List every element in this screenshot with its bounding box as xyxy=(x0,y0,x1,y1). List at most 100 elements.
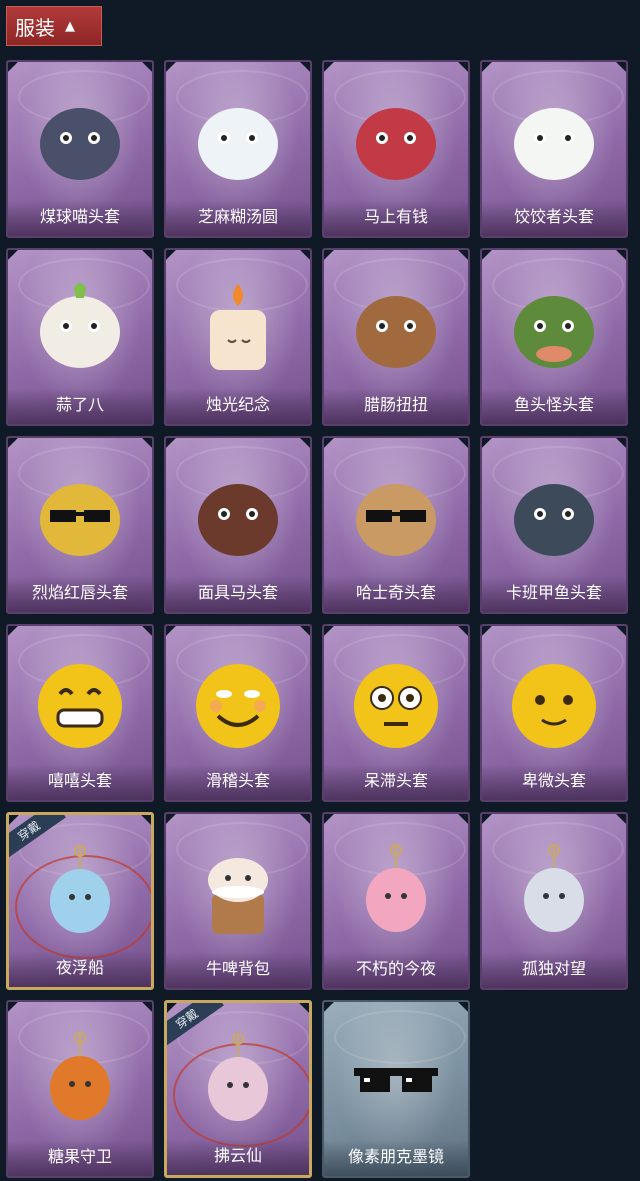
item-card[interactable]: 像素朋克墨镜 xyxy=(322,1000,470,1178)
item-card[interactable]: 卡班甲鱼头套 xyxy=(480,436,628,614)
pixel-sunglasses-icon xyxy=(346,1030,446,1130)
card-corner-notch xyxy=(324,250,334,260)
chevron-up-icon: ▲ xyxy=(65,18,75,34)
item-label: 卡班甲鱼头套 xyxy=(482,576,626,612)
item-label: 芝麻糊汤圆 xyxy=(166,200,310,236)
item-card[interactable]: 饺饺者头套 xyxy=(480,60,628,238)
item-label: 夜浮船 xyxy=(9,951,151,987)
fish-head-icon xyxy=(504,278,604,378)
card-corner-notch xyxy=(458,626,468,636)
cloud-fairy-charm-icon xyxy=(188,1031,288,1131)
item-card[interactable]: 煤球喵头套 xyxy=(6,60,154,238)
item-label: 不朽的今夜 xyxy=(324,952,468,988)
item-label: 烈焰红唇头套 xyxy=(8,576,152,612)
card-corner-notch xyxy=(324,1002,334,1012)
card-corner-notch xyxy=(142,438,152,448)
black-cat-head-icon xyxy=(30,90,130,190)
card-corner-notch xyxy=(482,62,492,72)
card-corner-notch xyxy=(8,250,18,260)
card-corner-notch xyxy=(616,626,626,636)
item-card[interactable]: 拂云仙 穿戴 xyxy=(164,1000,312,1178)
card-corner-notch xyxy=(616,250,626,260)
cow-beer-backpack-icon xyxy=(188,842,288,942)
item-card[interactable]: 哈士奇头套 xyxy=(322,436,470,614)
item-card[interactable]: 滑稽头套 xyxy=(164,624,312,802)
card-corner-notch xyxy=(8,438,18,448)
card-corner-notch xyxy=(482,250,492,260)
card-corner-notch xyxy=(458,814,468,824)
garlic-head-icon xyxy=(30,278,130,378)
card-corner-notch xyxy=(300,250,310,260)
item-card[interactable]: 牛啤背包 xyxy=(164,812,312,990)
husky-sunglasses-head-icon xyxy=(346,466,446,566)
item-card[interactable]: 呆滞头套 xyxy=(322,624,470,802)
item-card[interactable]: 芝麻糊汤圆 xyxy=(164,60,312,238)
item-card[interactable]: 不朽的今夜 xyxy=(322,812,470,990)
item-label: 孤独对望 xyxy=(482,952,626,988)
red-horse-head-icon xyxy=(346,90,446,190)
card-corner-notch xyxy=(458,438,468,448)
card-corner-notch xyxy=(142,250,152,260)
card-corner-notch xyxy=(299,1003,309,1013)
item-card[interactable]: 夜浮船 穿戴 xyxy=(6,812,154,990)
card-corner-notch xyxy=(166,626,176,636)
pink-cat-bowl-charm-icon xyxy=(346,842,446,942)
jellyfish-charm-icon xyxy=(30,843,130,943)
card-corner-notch xyxy=(482,814,492,824)
item-card[interactable]: 马上有钱 xyxy=(322,60,470,238)
item-label: 嘻嘻头套 xyxy=(8,764,152,800)
card-corner-notch xyxy=(458,62,468,72)
card-corner-notch xyxy=(8,1002,18,1012)
item-card[interactable]: 蒜了八 xyxy=(6,248,154,426)
humble-emoji-head-icon xyxy=(504,654,604,754)
card-corner-notch xyxy=(300,62,310,72)
item-card[interactable]: 面具马头套 xyxy=(164,436,312,614)
blank-stare-emoji-head-icon xyxy=(346,654,446,754)
card-corner-notch xyxy=(166,250,176,260)
card-corner-notch xyxy=(142,1002,152,1012)
wardrobe-header-button[interactable]: 服装 ▲ xyxy=(6,6,102,46)
item-label: 烛光纪念 xyxy=(166,388,310,424)
pikachu-sunglasses-head-icon xyxy=(30,466,130,566)
item-card[interactable]: 烈焰红唇头套 xyxy=(6,436,154,614)
card-corner-notch xyxy=(324,438,334,448)
item-card[interactable]: 孤独对望 xyxy=(480,812,628,990)
card-corner-notch xyxy=(458,250,468,260)
wardrobe-title: 服装 xyxy=(15,15,55,40)
item-label: 滑稽头套 xyxy=(166,764,310,800)
item-card[interactable]: 腊肠扭扭 xyxy=(322,248,470,426)
card-corner-notch xyxy=(300,626,310,636)
item-label: 鱼头怪头套 xyxy=(482,388,626,424)
rice-ball-head-icon xyxy=(188,90,288,190)
card-corner-notch xyxy=(166,62,176,72)
card-corner-notch xyxy=(8,626,18,636)
horse-mask-head-icon xyxy=(188,466,288,566)
item-label: 拂云仙 xyxy=(167,1139,309,1175)
item-label: 马上有钱 xyxy=(324,200,468,236)
card-corner-notch xyxy=(300,438,310,448)
card-corner-notch xyxy=(616,438,626,448)
card-corner-notch xyxy=(142,626,152,636)
item-card[interactable]: 嘻嘻头套 xyxy=(6,624,154,802)
item-card[interactable]: 糖果守卫 xyxy=(6,1000,154,1178)
card-corner-notch xyxy=(482,626,492,636)
item-card[interactable]: 鱼头怪头套 xyxy=(480,248,628,426)
item-label: 像素朋克墨镜 xyxy=(324,1140,468,1176)
smirk-emoji-head-icon xyxy=(188,654,288,754)
grin-emoji-head-icon xyxy=(30,654,130,754)
card-corner-notch xyxy=(141,815,151,825)
silver-doll-charm-icon xyxy=(504,842,604,942)
card-corner-notch xyxy=(167,1003,177,1013)
pumpkin-scarecrow-charm-icon xyxy=(30,1030,130,1130)
item-card[interactable]: 烛光纪念 xyxy=(164,248,312,426)
card-corner-notch xyxy=(616,814,626,824)
turtle-head-icon xyxy=(504,466,604,566)
item-label: 蒜了八 xyxy=(8,388,152,424)
candle-head-icon xyxy=(188,278,288,378)
dachshund-head-icon xyxy=(346,278,446,378)
item-card[interactable]: 卑微头套 xyxy=(480,624,628,802)
item-label: 煤球喵头套 xyxy=(8,200,152,236)
card-corner-notch xyxy=(8,62,18,72)
item-label: 呆滞头套 xyxy=(324,764,468,800)
card-corner-notch xyxy=(616,62,626,72)
